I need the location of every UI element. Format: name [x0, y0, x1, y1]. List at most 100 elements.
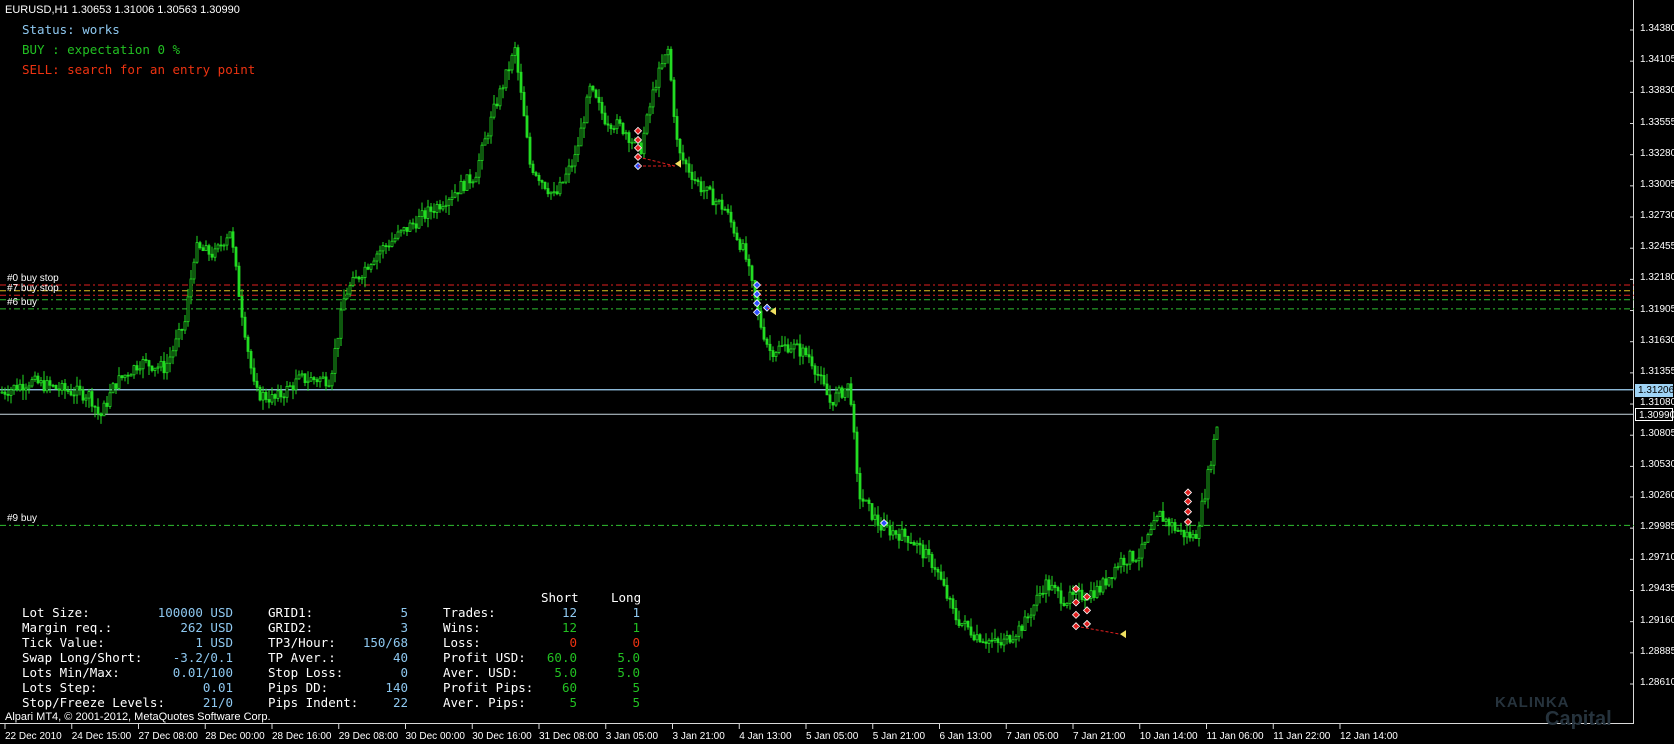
candle-body — [891, 530, 895, 536]
candle-body — [1206, 469, 1210, 500]
candle-body — [99, 413, 103, 417]
candle-body — [414, 223, 418, 229]
candle-body — [729, 211, 733, 223]
candle-body — [0, 391, 4, 394]
candle-body — [1179, 529, 1183, 532]
candle-body — [741, 243, 745, 250]
candle-body — [576, 145, 580, 156]
price-chart[interactable] — [0, 0, 1674, 744]
candle-body — [1020, 625, 1024, 631]
time-tick-label: 28 Dec 16:00 — [272, 731, 332, 742]
candle-body — [90, 391, 94, 407]
long-value: 1 — [632, 620, 640, 635]
candle-body — [159, 360, 163, 368]
candle-body — [519, 71, 523, 93]
stat-value: 0.01 — [202, 680, 233, 695]
trade-marker — [633, 126, 643, 135]
candle-body — [198, 242, 202, 249]
candle-body — [933, 567, 937, 570]
candle-body — [51, 384, 55, 387]
candle-body — [423, 210, 427, 219]
candle-body — [867, 499, 871, 504]
candle-body — [417, 216, 421, 229]
candle-body — [723, 208, 727, 211]
candle-body — [45, 380, 49, 392]
candle-body — [936, 568, 940, 573]
candle-body — [324, 376, 328, 387]
time-tick-label: 7 Jan 21:00 — [1073, 731, 1126, 742]
stat-label: Profit USD: — [443, 650, 526, 665]
candle-body — [1161, 510, 1165, 522]
candle-body — [918, 542, 922, 546]
candle-body — [1056, 587, 1060, 592]
stat-label: Aver. Pips: — [443, 695, 526, 710]
candle-body — [726, 208, 730, 213]
candle-body — [474, 176, 478, 183]
candle-body — [627, 132, 631, 143]
time-tick-label: 3 Jan 05:00 — [605, 731, 659, 742]
candle-body — [381, 245, 385, 252]
candle-body — [1008, 635, 1012, 643]
candle-body — [228, 231, 232, 239]
candle-body — [657, 67, 661, 88]
candle-body — [672, 79, 676, 117]
short-value: 60 — [561, 680, 577, 695]
candle-body — [540, 180, 544, 183]
candle-body — [27, 385, 31, 389]
short-value: 60.0 — [546, 650, 577, 665]
candle-body — [951, 598, 955, 609]
candle-body — [1023, 616, 1027, 631]
candle-body — [1194, 533, 1198, 539]
candle-body — [282, 396, 286, 399]
candle-body — [549, 191, 553, 195]
price-tick-label: 1.33830 — [1640, 85, 1674, 97]
candle-body — [534, 172, 538, 176]
candle-body — [297, 374, 301, 380]
status-line: Status: works — [22, 22, 120, 37]
candle-body — [855, 431, 859, 474]
candle-body — [861, 498, 865, 502]
candle-body — [708, 186, 712, 190]
candle-body — [363, 266, 367, 279]
candle-body — [1035, 594, 1039, 606]
candle-body — [1017, 625, 1021, 637]
stat-label: Stop/Freeze Levels: — [22, 695, 165, 710]
time-tick-label: 5 Jan 05:00 — [806, 731, 859, 742]
candle-body — [240, 296, 244, 318]
status-line: BUY : expectation 0 % — [22, 42, 181, 57]
candle-body — [204, 245, 208, 252]
candle-body — [927, 548, 931, 555]
candle-body — [9, 389, 13, 396]
candle-body — [1146, 534, 1150, 543]
candle-body — [471, 181, 475, 184]
candle-body — [687, 163, 691, 173]
candle-body — [738, 239, 742, 250]
candle-body — [303, 373, 307, 383]
candle-body — [903, 528, 907, 537]
price-tick-label: 1.29435 — [1640, 583, 1674, 595]
candle-body — [366, 266, 370, 270]
stat-label: Profit Pips: — [443, 680, 534, 695]
candle-body — [810, 356, 814, 367]
candle-body — [1197, 525, 1201, 539]
candle-body — [942, 578, 946, 586]
candle-body — [759, 310, 763, 328]
time-tick-label: 29 Dec 08:00 — [338, 731, 399, 742]
stat-label: Pips Indent: — [268, 695, 359, 710]
candle-body — [1011, 639, 1015, 643]
candle-body — [177, 328, 181, 340]
stat-label: Stop Loss: — [268, 665, 344, 680]
candle-body — [585, 96, 589, 124]
candle-body — [486, 135, 490, 140]
candle-body — [1155, 516, 1159, 522]
candle-body — [888, 525, 892, 536]
price-tick-label: 1.28885 — [1640, 645, 1674, 657]
candle-body — [1104, 578, 1108, 586]
candle-body — [1047, 579, 1051, 591]
candle-body — [477, 160, 481, 178]
close-arrow — [1120, 630, 1126, 639]
candle-body — [15, 384, 19, 391]
stat-label: Trades: — [443, 605, 496, 620]
candle-body — [111, 383, 115, 394]
time-tick-label: 27 Dec 08:00 — [138, 731, 199, 742]
